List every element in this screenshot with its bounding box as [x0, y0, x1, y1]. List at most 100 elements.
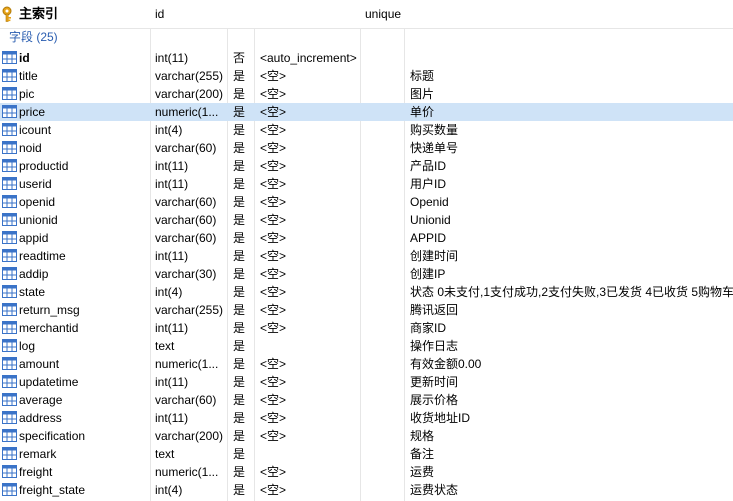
- field-row[interactable]: id int(11) 否 <auto_increment>: [0, 49, 733, 67]
- field-nullable: 是: [233, 159, 246, 173]
- table-column-icon: [1, 49, 17, 67]
- field-nullable: 是: [233, 411, 246, 425]
- field-row[interactable]: amount numeric(1... 是 <空> 有效金额0.00: [0, 355, 733, 373]
- field-default: <空>: [260, 285, 287, 299]
- field-type: varchar(60): [155, 141, 217, 155]
- index-header-row[interactable]: 主索引 id unique: [0, 0, 733, 29]
- field-default: <空>: [260, 177, 287, 191]
- field-row[interactable]: state int(4) 是 <空> 状态 0未支付,1支付成功,2支付失败,3已发货 …: [0, 283, 733, 301]
- fields-section-label: 字段 (25): [9, 30, 58, 44]
- field-default: <空>: [260, 87, 287, 101]
- table-column-icon: [1, 157, 17, 175]
- field-default: <空>: [260, 249, 287, 263]
- field-default: <空>: [260, 213, 287, 227]
- field-type: int(11): [155, 51, 189, 65]
- field-nullable: 是: [233, 465, 246, 479]
- field-type: int(11): [155, 411, 189, 425]
- field-row[interactable]: openid varchar(60) 是 <空> Openid: [0, 193, 733, 211]
- field-row[interactable]: unionid varchar(60) 是 <空> Unionid: [0, 211, 733, 229]
- field-row[interactable]: log text 是 操作日志: [0, 337, 733, 355]
- field-row[interactable]: updatetime int(11) 是 <空> 更新时间: [0, 373, 733, 391]
- field-nullable: 是: [233, 177, 246, 191]
- field-type: varchar(60): [155, 195, 217, 209]
- field-nullable: 是: [233, 141, 246, 155]
- field-row[interactable]: addip varchar(30) 是 <空> 创建IP: [0, 265, 733, 283]
- field-row[interactable]: price numeric(1... 是 <空> 单价: [0, 103, 733, 121]
- field-type: int(11): [155, 375, 189, 389]
- field-row[interactable]: productid int(11) 是 <空> 产品ID: [0, 157, 733, 175]
- field-row[interactable]: noid varchar(60) 是 <空> 快递单号: [0, 139, 733, 157]
- field-comment: 用户ID: [410, 177, 447, 191]
- field-name: icount: [19, 123, 52, 137]
- table-column-icon: [1, 319, 17, 337]
- field-row[interactable]: pic varchar(200) 是 <空> 图片: [0, 85, 733, 103]
- field-comment: 状态 0未支付,1支付成功,2支付失败,3已发货 4已收货 5购物车: [410, 285, 733, 299]
- field-default: <空>: [260, 429, 287, 443]
- field-nullable: 是: [233, 231, 246, 245]
- field-comment: 商家ID: [410, 321, 447, 335]
- field-type: numeric(1...: [155, 105, 219, 119]
- field-row[interactable]: specification varchar(200) 是 <空> 规格: [0, 427, 733, 445]
- field-default: <空>: [260, 393, 287, 407]
- field-type: varchar(200): [155, 87, 224, 101]
- field-row[interactable]: address int(11) 是 <空> 收货地址ID: [0, 409, 733, 427]
- field-row[interactable]: freight_state int(4) 是 <空> 运费状态: [0, 481, 733, 499]
- table-column-icon: [1, 373, 17, 391]
- field-row[interactable]: readtime int(11) 是 <空> 创建时间: [0, 247, 733, 265]
- field-row[interactable]: remark text 是 备注: [0, 445, 733, 463]
- field-name: average: [19, 393, 63, 407]
- field-type: numeric(1...: [155, 465, 219, 479]
- field-comment: 标题: [410, 69, 435, 83]
- field-row[interactable]: appid varchar(60) 是 <空> APPID: [0, 229, 733, 247]
- field-type: varchar(30): [155, 267, 217, 281]
- table-column-icon: [1, 85, 17, 103]
- field-name: appid: [19, 231, 49, 245]
- field-nullable: 是: [233, 321, 246, 335]
- field-type: int(4): [155, 123, 183, 137]
- table-column-icon: [1, 247, 17, 265]
- field-default: [260, 337, 360, 355]
- index-column: id: [155, 7, 165, 21]
- field-name: log: [19, 339, 36, 353]
- fields-list: id int(11) 否 <auto_increment> title varchar(2…: [0, 49, 733, 499]
- field-comment: 更新时间: [410, 375, 459, 389]
- field-nullable: 是: [233, 195, 246, 209]
- field-nullable: 是: [233, 105, 246, 119]
- field-comment: 备注: [410, 447, 435, 461]
- field-comment: 快递单号: [410, 141, 459, 155]
- field-name: productid: [19, 159, 69, 173]
- field-row[interactable]: return_msg varchar(255) 是 <空> 腾讯返回: [0, 301, 733, 319]
- field-nullable: 是: [233, 339, 246, 353]
- field-name: unionid: [19, 213, 58, 227]
- field-nullable: 是: [233, 429, 246, 443]
- field-type: text: [155, 447, 175, 461]
- field-name: userid: [19, 177, 52, 191]
- field-default: <空>: [260, 69, 287, 83]
- field-row[interactable]: userid int(11) 是 <空> 用户ID: [0, 175, 733, 193]
- field-name: price: [19, 105, 46, 119]
- table-column-icon: [1, 175, 17, 193]
- field-default: <空>: [260, 465, 287, 479]
- field-comment: 创建时间: [410, 249, 459, 263]
- field-comment: 购买数量: [410, 123, 459, 137]
- field-name: remark: [19, 447, 57, 461]
- index-title: 主索引: [19, 6, 59, 21]
- field-default: <空>: [260, 267, 287, 281]
- field-type: int(11): [155, 249, 189, 263]
- field-comment: APPID: [410, 231, 447, 245]
- field-nullable: 是: [233, 393, 246, 407]
- field-row[interactable]: title varchar(255) 是 <空> 标题: [0, 67, 733, 85]
- field-row[interactable]: freight numeric(1... 是 <空> 运费: [0, 463, 733, 481]
- field-name: readtime: [19, 249, 66, 263]
- field-name: pic: [19, 87, 35, 101]
- field-row[interactable]: average varchar(60) 是 <空> 展示价格: [0, 391, 733, 409]
- fields-section-header[interactable]: 字段 (25): [0, 29, 733, 46]
- field-name: noid: [19, 141, 42, 155]
- field-type: numeric(1...: [155, 357, 219, 371]
- field-row[interactable]: merchantid int(11) 是 <空> 商家ID: [0, 319, 733, 337]
- field-comment: 规格: [410, 429, 435, 443]
- field-comment: 有效金额0.00: [410, 357, 482, 371]
- field-name: state: [19, 285, 46, 299]
- field-row[interactable]: icount int(4) 是 <空> 购买数量: [0, 121, 733, 139]
- field-default: <空>: [260, 123, 287, 137]
